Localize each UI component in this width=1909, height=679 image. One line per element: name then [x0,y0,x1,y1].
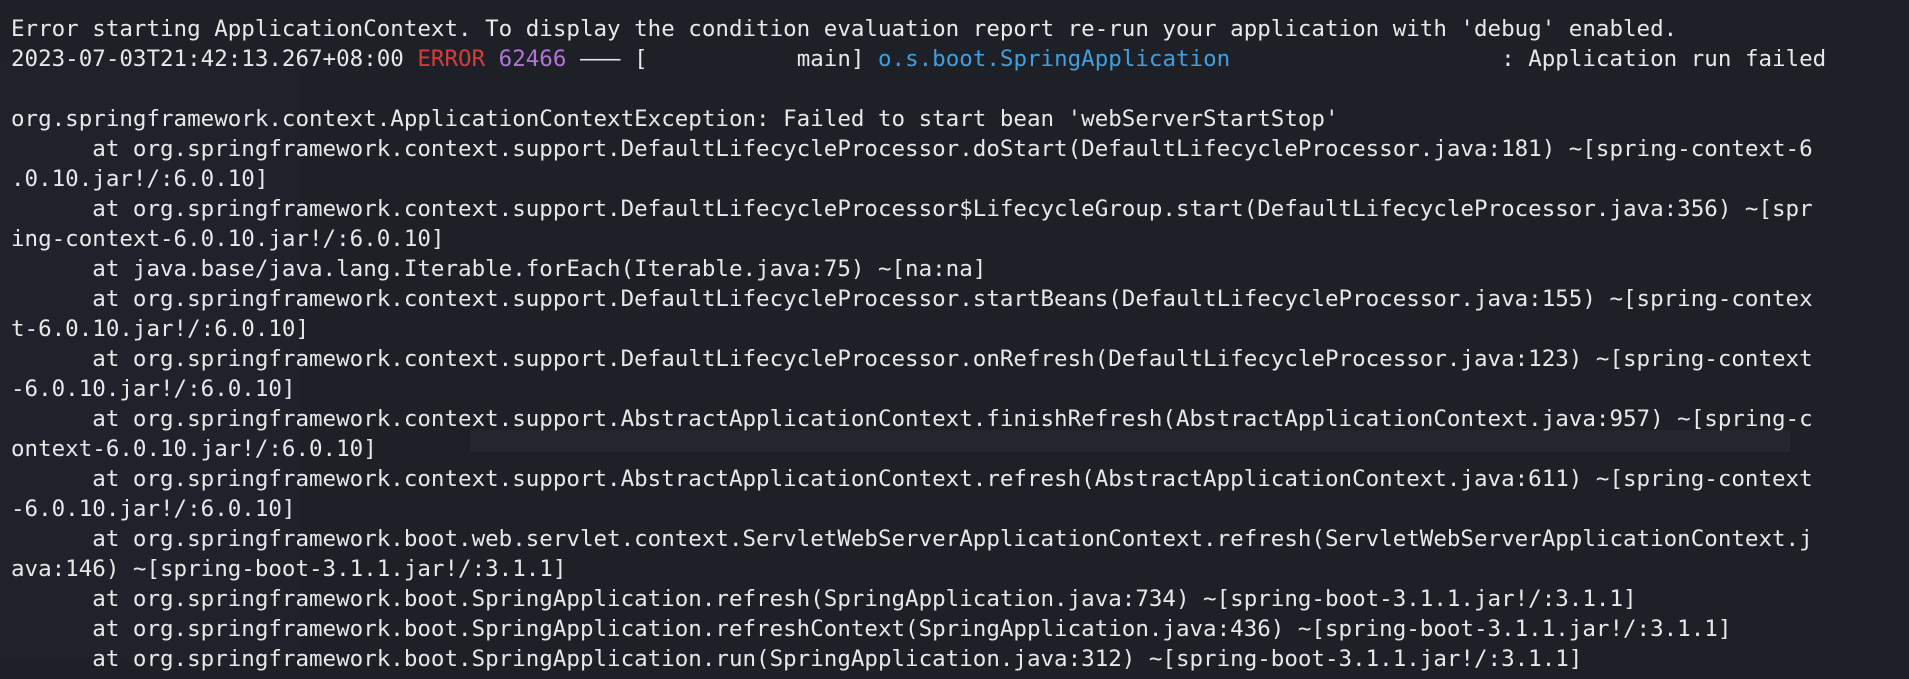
stack-trace-line: at java.base/java.lang.Iterable.forEach(… [11,256,987,282]
exception-line: org.springframework.context.ApplicationC… [11,106,1339,132]
log-level-badge: ERROR [417,46,486,72]
stack-trace-line: at org.springframework.context.support.D… [11,346,1813,372]
log-timestamp: 2023-07-03T21:42:13.267+08:00 [11,46,404,72]
stack-trace-line: ava:146) ~[spring-boot-3.1.1.jar!/:3.1.1… [11,556,567,582]
log-thread: main] [647,46,878,72]
log-entry-line: 2023-07-03T21:42:13.267+08:00 ERROR 6246… [11,44,1826,74]
stack-trace-line: .0.10.jar!/:6.0.10] [11,166,269,192]
log-message: : Application run failed [1230,46,1827,72]
stack-trace-line: at org.springframework.context.support.D… [11,196,1813,222]
stack-trace-line: at org.springframework.boot.SpringApplic… [11,586,1637,612]
stack-trace-line: at org.springframework.context.support.A… [11,406,1813,432]
stack-trace-line: ing-context-6.0.10.jar!/:6.0.10] [11,226,445,252]
terminal-window: Error starting ApplicationContext. To di… [0,0,1909,679]
log-pid: 62466 [498,46,567,72]
stack-trace-line: at org.springframework.boot.SpringApplic… [11,646,1583,672]
stack-trace-line: at org.springframework.boot.web.servlet.… [11,526,1813,552]
stack-trace-line: at org.springframework.context.support.A… [11,466,1813,492]
log-logger-name: o.s.boot.SpringApplication [877,46,1231,72]
log-separator: ––– [ [566,46,648,72]
stack-trace-line: at org.springframework.context.support.D… [11,136,1813,162]
stack-trace-line: -6.0.10.jar!/:6.0.10] [11,376,296,402]
stack-trace-line: t-6.0.10.jar!/:6.0.10] [11,316,310,342]
stack-trace-line: at org.springframework.context.support.D… [11,286,1813,312]
stack-trace-line: -6.0.10.jar!/:6.0.10] [11,496,296,522]
error-message-line: Error starting ApplicationContext. To di… [11,16,1678,42]
stack-trace-line: at org.springframework.boot.SpringApplic… [11,616,1732,642]
stack-trace-line: ontext-6.0.10.jar!/:6.0.10] [11,436,377,462]
